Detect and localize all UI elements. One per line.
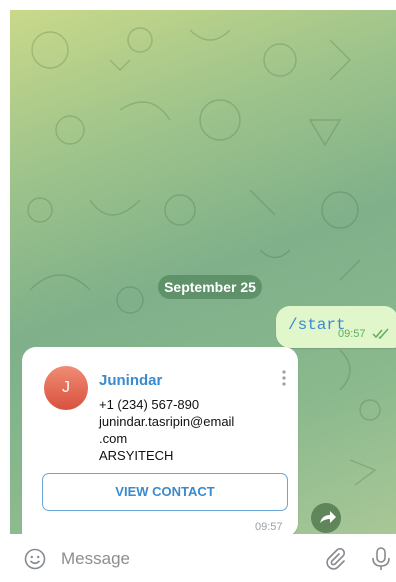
message-input[interactable] <box>61 548 301 570</box>
contact-email-line1: junindar.tasripin@email <box>99 414 235 429</box>
chat-area[interactable]: September 25 /start 09:57 J Junindar +1 … <box>10 10 396 534</box>
outgoing-message-bubble[interactable]: /start 09:57 <box>276 306 396 348</box>
paperclip-icon[interactable] <box>324 548 346 570</box>
chat-screen: September 25 /start 09:57 J Junindar +1 … <box>0 0 396 582</box>
contact-email-line2: .com <box>99 431 128 446</box>
smiley-icon[interactable] <box>24 548 46 570</box>
double-check-icon <box>372 328 389 340</box>
view-contact-button[interactable]: VIEW CONTACT <box>42 473 288 511</box>
contact-company: ARSYITECH <box>99 448 174 463</box>
share-arrow-icon <box>320 511 336 523</box>
avatar: J <box>44 366 88 410</box>
contact-card-message[interactable]: J Junindar +1 (234) 567-890 junindar.tas… <box>22 347 298 534</box>
contact-phone: +1 (234) 567-890 <box>99 397 200 412</box>
contact-name: Junindar <box>99 372 163 389</box>
contact-message-time: 09:57 <box>255 521 283 533</box>
microphone-icon[interactable] <box>370 546 392 572</box>
share-button[interactable] <box>311 503 341 533</box>
date-separator: September 25 <box>158 275 262 299</box>
more-vertical-icon[interactable] <box>280 369 288 387</box>
message-input-bar <box>0 534 396 582</box>
outgoing-message-text: /start <box>288 316 346 334</box>
outgoing-message-time: 09:57 <box>338 328 366 340</box>
